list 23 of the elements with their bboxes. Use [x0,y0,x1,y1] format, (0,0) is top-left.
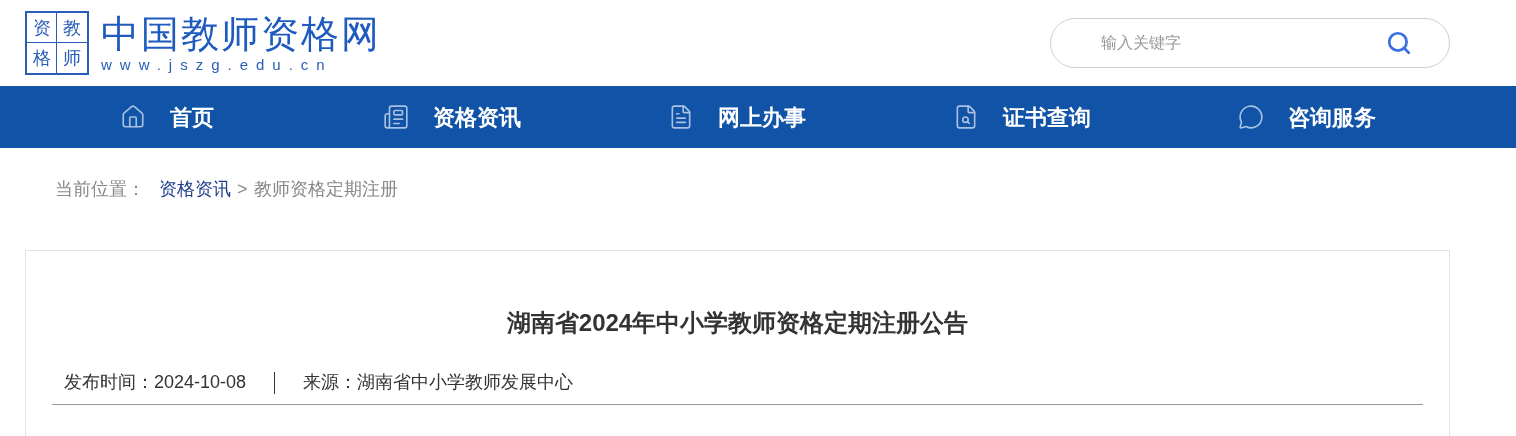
site-url: www.jszg.edu.cn [101,56,334,74]
nav-link[interactable]: 首页 [169,100,214,134]
site-title: 中国教师资格网 [101,12,381,56]
seal-character: 教 [57,13,87,43]
nav-link[interactable]: 资格资讯 [432,100,521,134]
breadcrumb-label: 当前位置： [55,178,145,201]
nav-link[interactable]: 证书查询 [1002,100,1091,134]
search-field[interactable]: 输入关键字 [1050,18,1450,68]
publish-date: 发布时间：2024-10-08 [64,371,247,394]
seal-character: 师 [62,47,82,70]
breadcrumb-current: 教师资格定期注册 [253,178,398,201]
article-source: 来源：湖南省中小学教师发展中心 [303,371,574,394]
newspaper-icon [382,104,409,130]
breadcrumb-link[interactable]: 资格资讯 [159,176,231,203]
seal-character: 格 [27,43,57,73]
nav-link[interactable]: 咨询服务 [1287,100,1376,134]
article-title: 湖南省2024年中小学教师资格定期注册公告 [505,308,970,338]
seal-character: 资 [27,13,57,43]
nav-link[interactable]: 网上办事 [717,100,806,134]
home-icon [119,104,146,130]
breadcrumb-separator: > [237,178,248,201]
chat-bubble-icon [1237,104,1264,130]
search-icon[interactable] [1386,30,1412,56]
